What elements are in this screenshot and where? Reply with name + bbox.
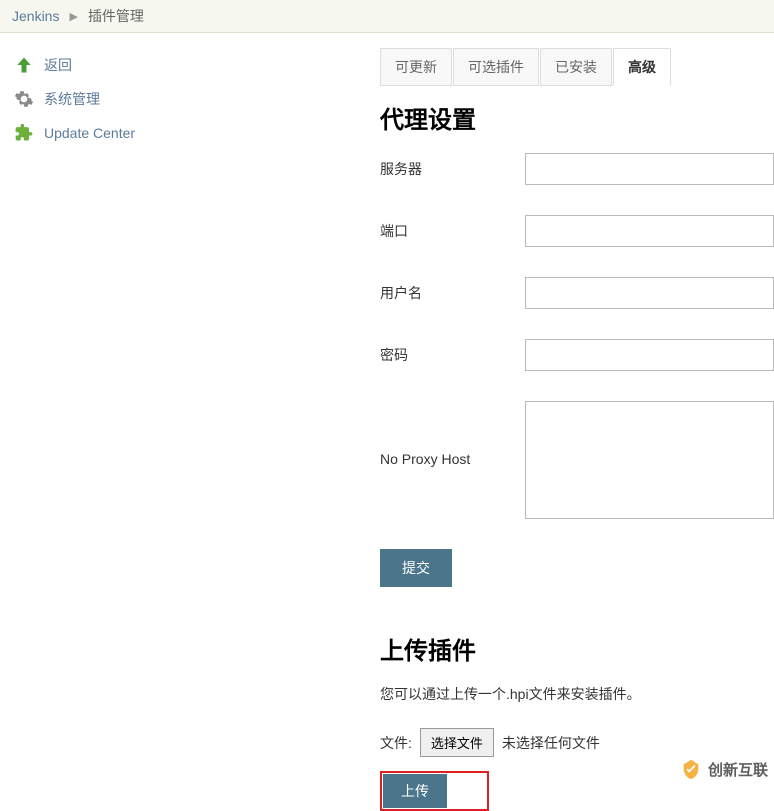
file-status: 未选择任何文件 — [502, 733, 600, 753]
password-label: 密码 — [380, 339, 525, 365]
server-label: 服务器 — [380, 153, 525, 179]
puzzle-icon — [14, 123, 34, 143]
upload-heading: 上传插件 — [380, 631, 774, 666]
arrow-up-icon — [14, 55, 34, 75]
tab-updates[interactable]: 可更新 — [380, 48, 452, 86]
breadcrumb-root[interactable]: Jenkins — [12, 8, 59, 24]
file-label: 文件: — [380, 733, 412, 753]
gear-icon — [14, 89, 34, 109]
choose-file-button[interactable]: 选择文件 — [420, 728, 494, 757]
upload-button[interactable]: 上传 — [383, 774, 447, 808]
sidebar-item-label: 返回 — [44, 55, 72, 75]
tab-installed[interactable]: 已安装 — [540, 48, 612, 86]
watermark-icon — [680, 758, 702, 780]
server-input[interactable] — [525, 153, 774, 185]
submit-button[interactable]: 提交 — [380, 549, 452, 587]
sidebar-item-label: Update Center — [44, 125, 135, 141]
watermark: 创新互联 — [680, 758, 768, 780]
breadcrumb-separator: ▶ — [69, 10, 77, 23]
sidebar-item-manage[interactable]: 系统管理 — [0, 82, 380, 116]
noproxy-label: No Proxy Host — [380, 401, 525, 467]
breadcrumb: Jenkins ▶ 插件管理 — [0, 0, 774, 33]
breadcrumb-current: 插件管理 — [88, 6, 144, 26]
sidebar-item-back[interactable]: 返回 — [0, 48, 380, 82]
username-input[interactable] — [525, 277, 774, 309]
upload-highlight-box: 上传 — [380, 771, 489, 811]
tab-advanced[interactable]: 高级 — [613, 48, 671, 86]
user-label: 用户名 — [380, 277, 525, 303]
tab-available[interactable]: 可选插件 — [453, 48, 539, 86]
watermark-text: 创新互联 — [708, 759, 768, 780]
port-label: 端口 — [380, 215, 525, 241]
proxy-heading: 代理设置 — [380, 100, 774, 135]
main-content: 可更新 可选插件 已安装 高级 代理设置 服务器 端口 用户名 密码 No Pr… — [380, 33, 774, 811]
tabs: 可更新 可选插件 已安装 高级 — [380, 48, 774, 86]
port-input[interactable] — [525, 215, 774, 247]
upload-description: 您可以通过上传一个.hpi文件来安装插件。 — [380, 684, 774, 704]
sidebar-item-update-center[interactable]: Update Center — [0, 116, 380, 150]
noproxy-input[interactable] — [525, 401, 774, 519]
sidebar: 返回 系统管理 Update Center — [0, 33, 380, 811]
password-input[interactable] — [525, 339, 774, 371]
sidebar-item-label: 系统管理 — [44, 89, 100, 109]
